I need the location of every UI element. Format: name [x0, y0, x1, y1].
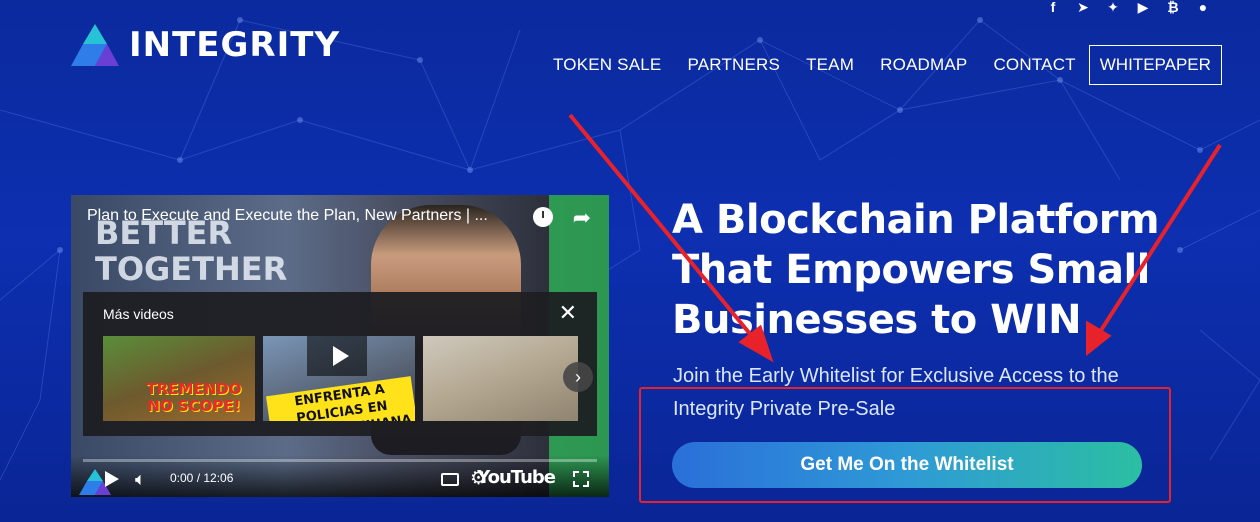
logo-triangle-icon: [71, 24, 119, 66]
fullscreen-icon[interactable]: [573, 471, 589, 487]
video-thumbnail[interactable]: ENFRENTA A POLICIAS EN RETEN DE TIJUANA: [263, 336, 415, 421]
hero-title: A Blockchain Platform That Empowers Smal…: [672, 197, 1160, 343]
more-videos-label: Más videos: [103, 306, 174, 322]
video-time: 0:00 / 12:06: [170, 471, 234, 485]
telegram-icon[interactable]: ➤: [1074, 0, 1092, 16]
video-title[interactable]: Plan to Execute and Execute the Plan, Ne…: [87, 207, 507, 225]
play-icon[interactable]: [307, 336, 367, 376]
watch-later-icon[interactable]: [533, 207, 553, 227]
chevron-right-icon[interactable]: ›: [563, 362, 593, 392]
social-links: f ➤ ✦ ▶ ₿ ●: [1044, 0, 1212, 16]
volume-icon[interactable]: 🔈︎: [135, 469, 146, 490]
captions-icon[interactable]: [441, 473, 459, 486]
bitcoin-icon[interactable]: ₿: [1164, 0, 1182, 16]
video-player[interactable]: BETTER TOGETHER Plan to Execute and Execu…: [71, 195, 609, 497]
nav-item-partners[interactable]: PARTNERS: [687, 55, 780, 75]
nav-item-contact[interactable]: CONTACT: [993, 55, 1075, 75]
share-icon[interactable]: ➦: [573, 205, 591, 231]
whitepaper-button[interactable]: WHITEPAPER: [1088, 45, 1222, 85]
video-overlay-text: BETTER TOGETHER: [95, 214, 288, 288]
play-icon[interactable]: [105, 471, 119, 487]
progress-bar[interactable]: [83, 459, 597, 462]
video-thumbnail[interactable]: TREMENDO NO SCOPE!: [103, 336, 255, 421]
main-nav: TOKEN SALE PARTNERS TEAM ROADMAP CONTACT…: [540, 45, 1222, 85]
brand-name: INTEGRITY: [129, 25, 341, 65]
thumbnail-caption: ENFRENTA A POLICIAS EN RETEN DE TIJUANA: [266, 376, 415, 421]
youtube-icon[interactable]: ▶: [1134, 0, 1152, 16]
facebook-icon[interactable]: f: [1044, 0, 1062, 16]
video-thumbnail[interactable]: [423, 336, 578, 421]
youtube-logo[interactable]: YouTube: [477, 467, 556, 488]
player-controls: 🔈︎ 0:00 / 12:06 ⚙ YouTube: [71, 455, 609, 497]
annotation-highlight-box: [639, 387, 1171, 503]
nav-item-team[interactable]: TEAM: [806, 55, 854, 75]
nav-item-token-sale[interactable]: TOKEN SALE: [553, 55, 661, 75]
nav-item-roadmap[interactable]: ROADMAP: [880, 55, 967, 75]
close-icon[interactable]: ✕: [559, 300, 577, 326]
reddit-icon[interactable]: ●: [1194, 0, 1212, 16]
twitter-icon[interactable]: ✦: [1104, 0, 1122, 16]
more-videos-panel: Más videos ✕ TREMENDO NO SCOPE! ENFRENTA…: [83, 292, 597, 436]
brand-logo[interactable]: INTEGRITY: [71, 24, 340, 66]
thumbnail-caption: TREMENDO NO SCOPE!: [146, 380, 242, 415]
